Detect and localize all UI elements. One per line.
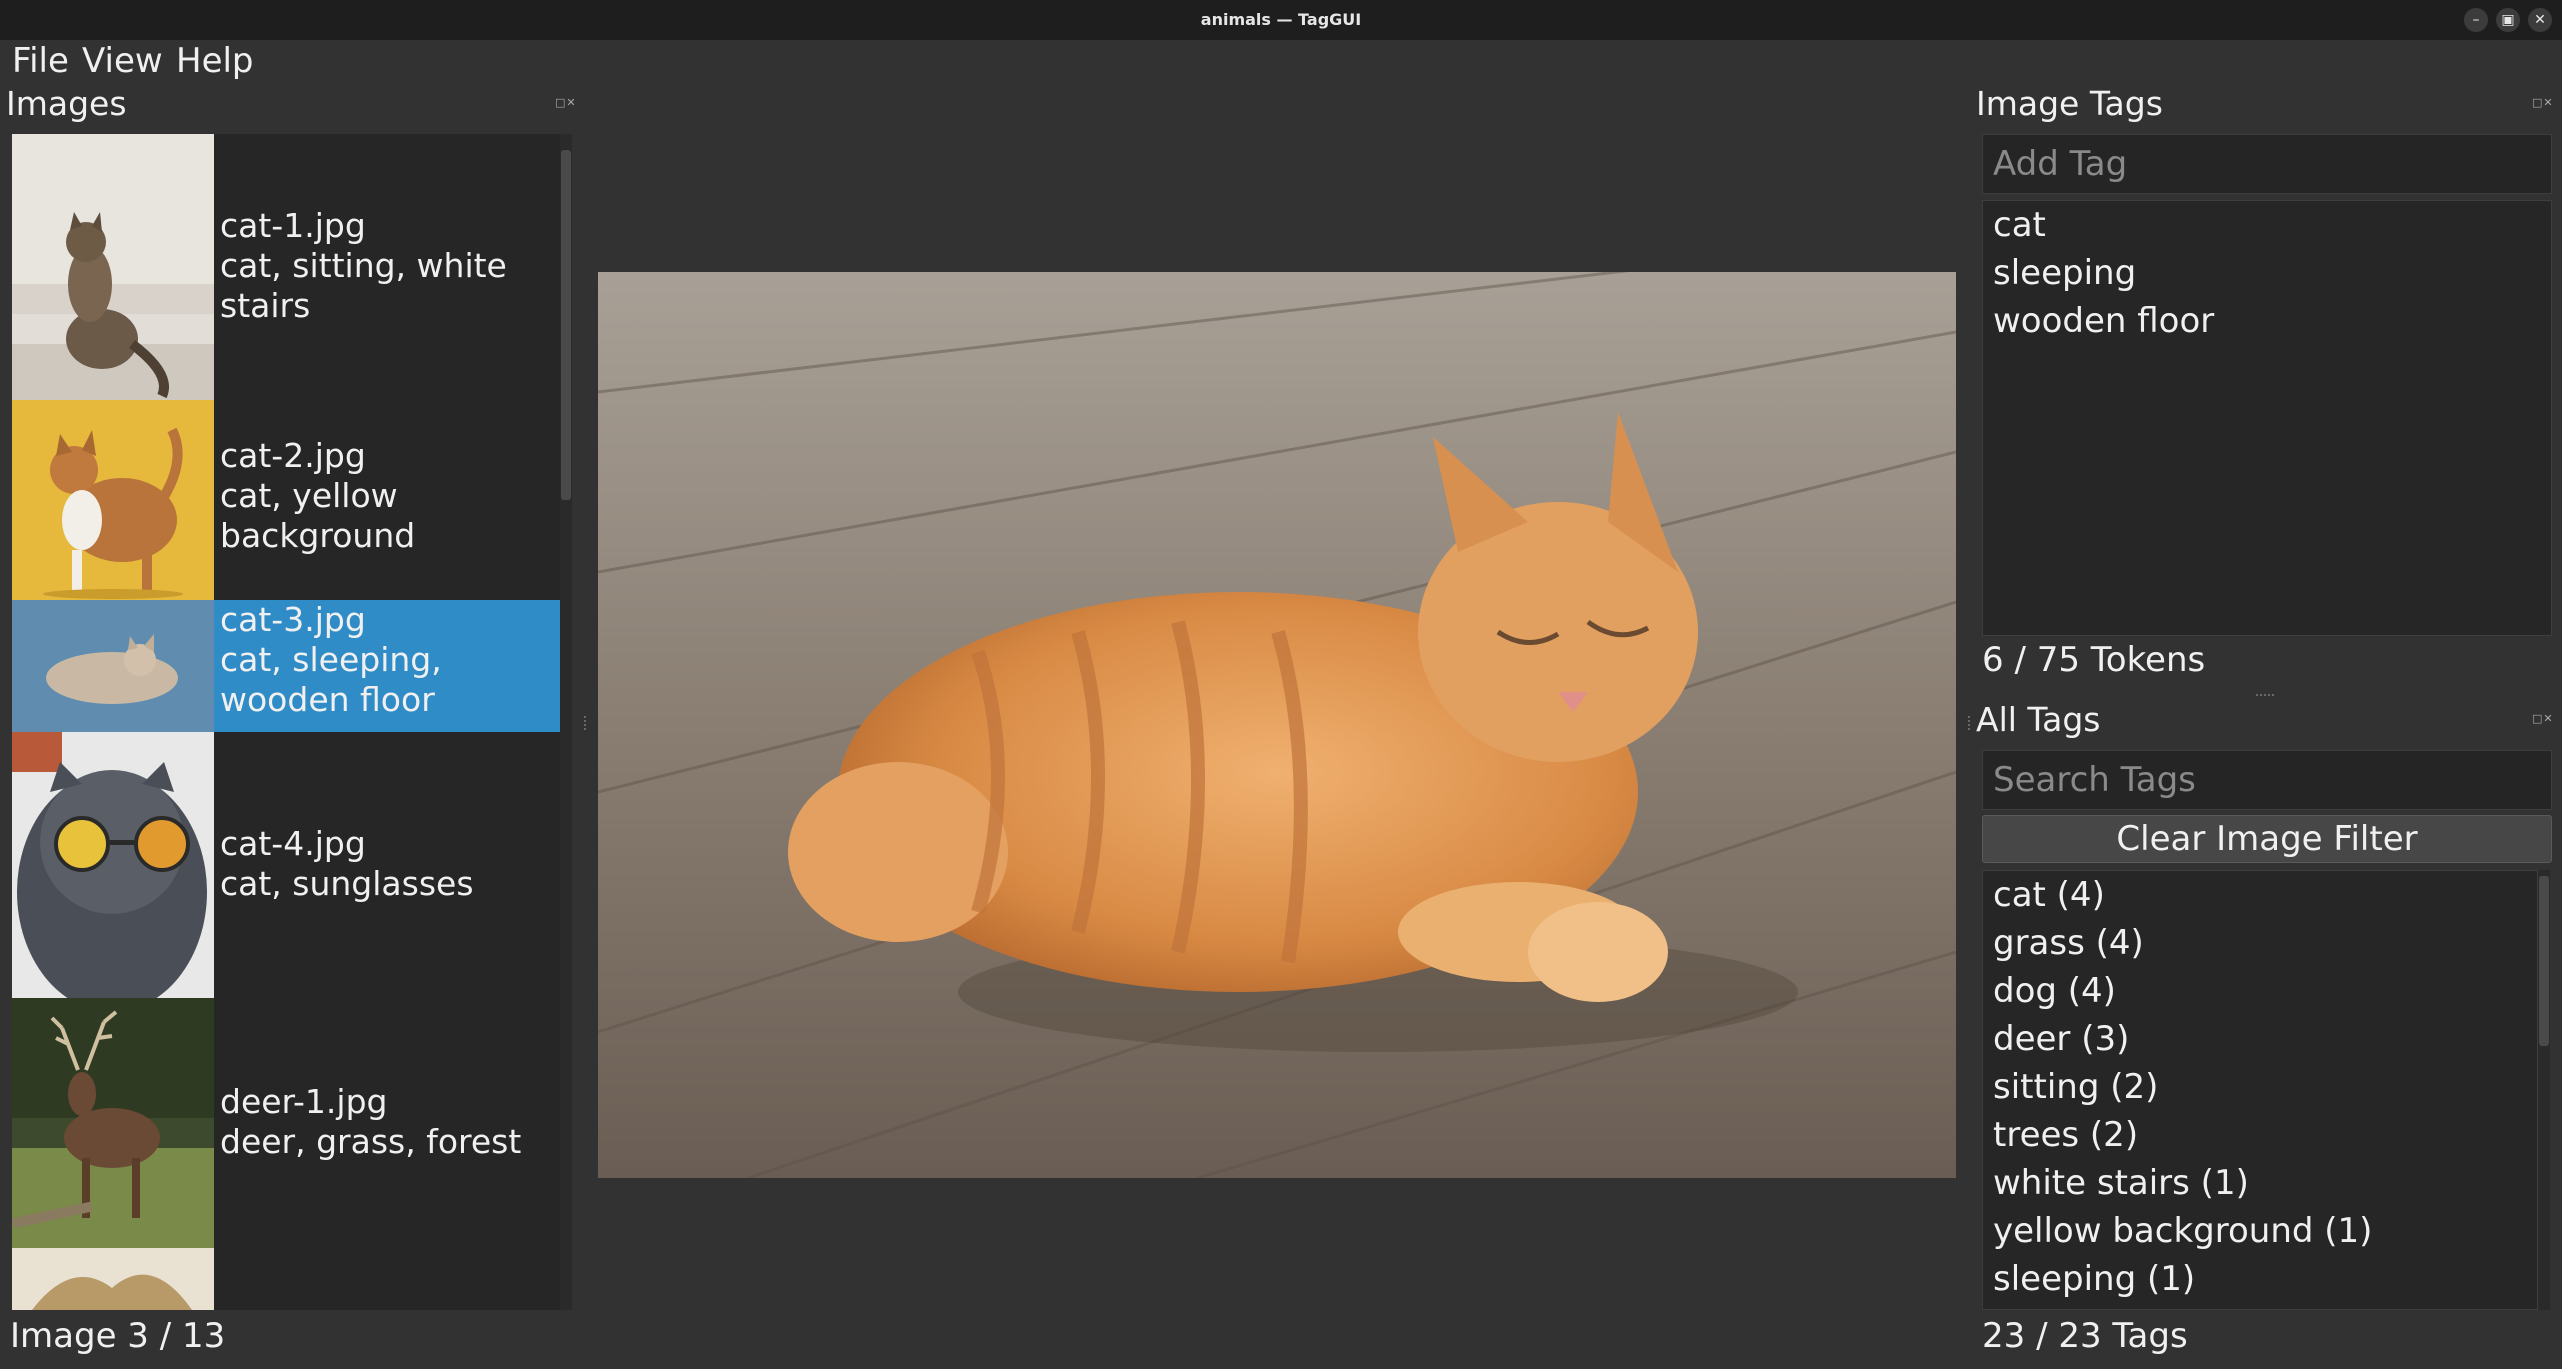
left-splitter-handle[interactable] (584, 716, 590, 730)
image-filename: deer-1.jpg (220, 1082, 388, 1121)
all-tags-list[interactable]: cat (4) grass (4) dog (4) deer (3) sitti… (1982, 870, 2538, 1310)
all-tags-item[interactable]: white stairs (1) (1993, 1159, 2249, 1207)
main-image-viewer (598, 272, 1956, 1178)
menu-bar (0, 40, 2562, 82)
image-tags-panel-title: Image Tags (1976, 84, 2163, 123)
all-tags-panel-title: All Tags (1976, 700, 2101, 739)
image-list-item-cat-1[interactable]: cat-1.jpg cat, sitting, white stairs (12, 134, 560, 400)
clear-image-filter-button[interactable]: Clear Image Filter (1982, 815, 2552, 863)
image-tags-list[interactable]: cat sleeping wooden floor (1982, 200, 2552, 636)
all-tags-item[interactable]: sleeping (1) (1993, 1255, 2195, 1303)
image-list-item-cat-2[interactable]: cat-2.jpg cat, yellow background (12, 400, 560, 600)
all-tags-item[interactable]: grass (4) (1993, 919, 2144, 967)
thumbnail-partial (12, 1248, 214, 1310)
tag-count-status: 23 / 23 Tags (1982, 1316, 2188, 1356)
token-count: 6 / 75 Tokens (1982, 640, 2206, 680)
right-splitter-handle[interactable] (1968, 716, 1974, 730)
image-tags-text: deer, grass, forest (220, 1122, 522, 1161)
search-tags-input[interactable]: Search Tags (1982, 750, 2552, 810)
menu-view[interactable]: View (78, 40, 167, 82)
all-tags-dock-buttons[interactable]: □✕ (2532, 712, 2554, 725)
image-list-item-deer-1[interactable]: deer-1.jpg deer, grass, forest (12, 998, 560, 1248)
image-count-status: Image 3 / 13 (10, 1316, 226, 1356)
all-tags-item[interactable]: deer (3) (1993, 1015, 2129, 1063)
menu-help[interactable]: Help (172, 40, 258, 82)
thumbnail-cat-1 (12, 134, 214, 400)
image-tags-text: cat, sunglasses (220, 864, 474, 903)
thumbnail-cat-2 (12, 400, 214, 600)
thumbnail-cat-3 (12, 600, 214, 732)
all-tags-item[interactable]: yellow background (1) (1993, 1207, 2372, 1255)
image-tags-text: cat, yellow background (220, 476, 416, 555)
thumbnail-deer-1 (12, 998, 214, 1248)
images-dock-buttons[interactable]: □✕ (555, 96, 577, 109)
thumbnail-cat-4 (12, 732, 214, 1012)
image-filename: cat-4.jpg (220, 824, 366, 863)
all-tags-item[interactable]: sitting (2) (1993, 1063, 2158, 1111)
image-list-item-cat-3[interactable]: cat-3.jpg cat, sleeping, wooden floor (12, 600, 560, 732)
image-tags-text: cat, sitting, white stairs (220, 246, 507, 325)
all-tags-item[interactable]: dog (4) (1993, 967, 2116, 1015)
images-panel-title: Images (6, 84, 127, 123)
all-tags-item[interactable]: cat (4) (1993, 871, 2105, 919)
minimize-icon[interactable]: – (2464, 8, 2488, 32)
maximize-icon[interactable]: ▣ (2496, 8, 2520, 32)
image-tags-text: cat, sleeping, wooden floor (220, 640, 442, 719)
image-list[interactable]: cat-1.jpg cat, sitting, white stairs cat… (12, 134, 560, 1310)
add-tag-input[interactable]: Add Tag (1982, 134, 2552, 194)
dock-separator-handle[interactable] (2256, 694, 2274, 696)
window-title: animals — TagGUI (1200, 10, 1362, 29)
image-list-scroll-thumb[interactable] (561, 150, 571, 500)
image-tag-item[interactable]: sleeping (1993, 249, 2136, 297)
image-filename: cat-1.jpg (220, 206, 366, 245)
close-icon[interactable]: ✕ (2528, 8, 2552, 32)
all-tags-scroll-thumb[interactable] (2539, 876, 2549, 1046)
image-tag-item[interactable]: wooden floor (1993, 297, 2214, 345)
image-filename: cat-2.jpg (220, 436, 366, 475)
image-filename: cat-3.jpg (220, 600, 366, 639)
all-tags-item[interactable]: trees (2) (1993, 1111, 2138, 1159)
image-list-item-cat-4[interactable]: cat-4.jpg cat, sunglasses (12, 732, 560, 1012)
image-tags-dock-buttons[interactable]: □✕ (2532, 96, 2554, 109)
image-list-item-partial[interactable] (12, 1248, 560, 1310)
image-tag-item[interactable]: cat (1993, 201, 2046, 249)
menu-file[interactable]: File (8, 40, 73, 82)
